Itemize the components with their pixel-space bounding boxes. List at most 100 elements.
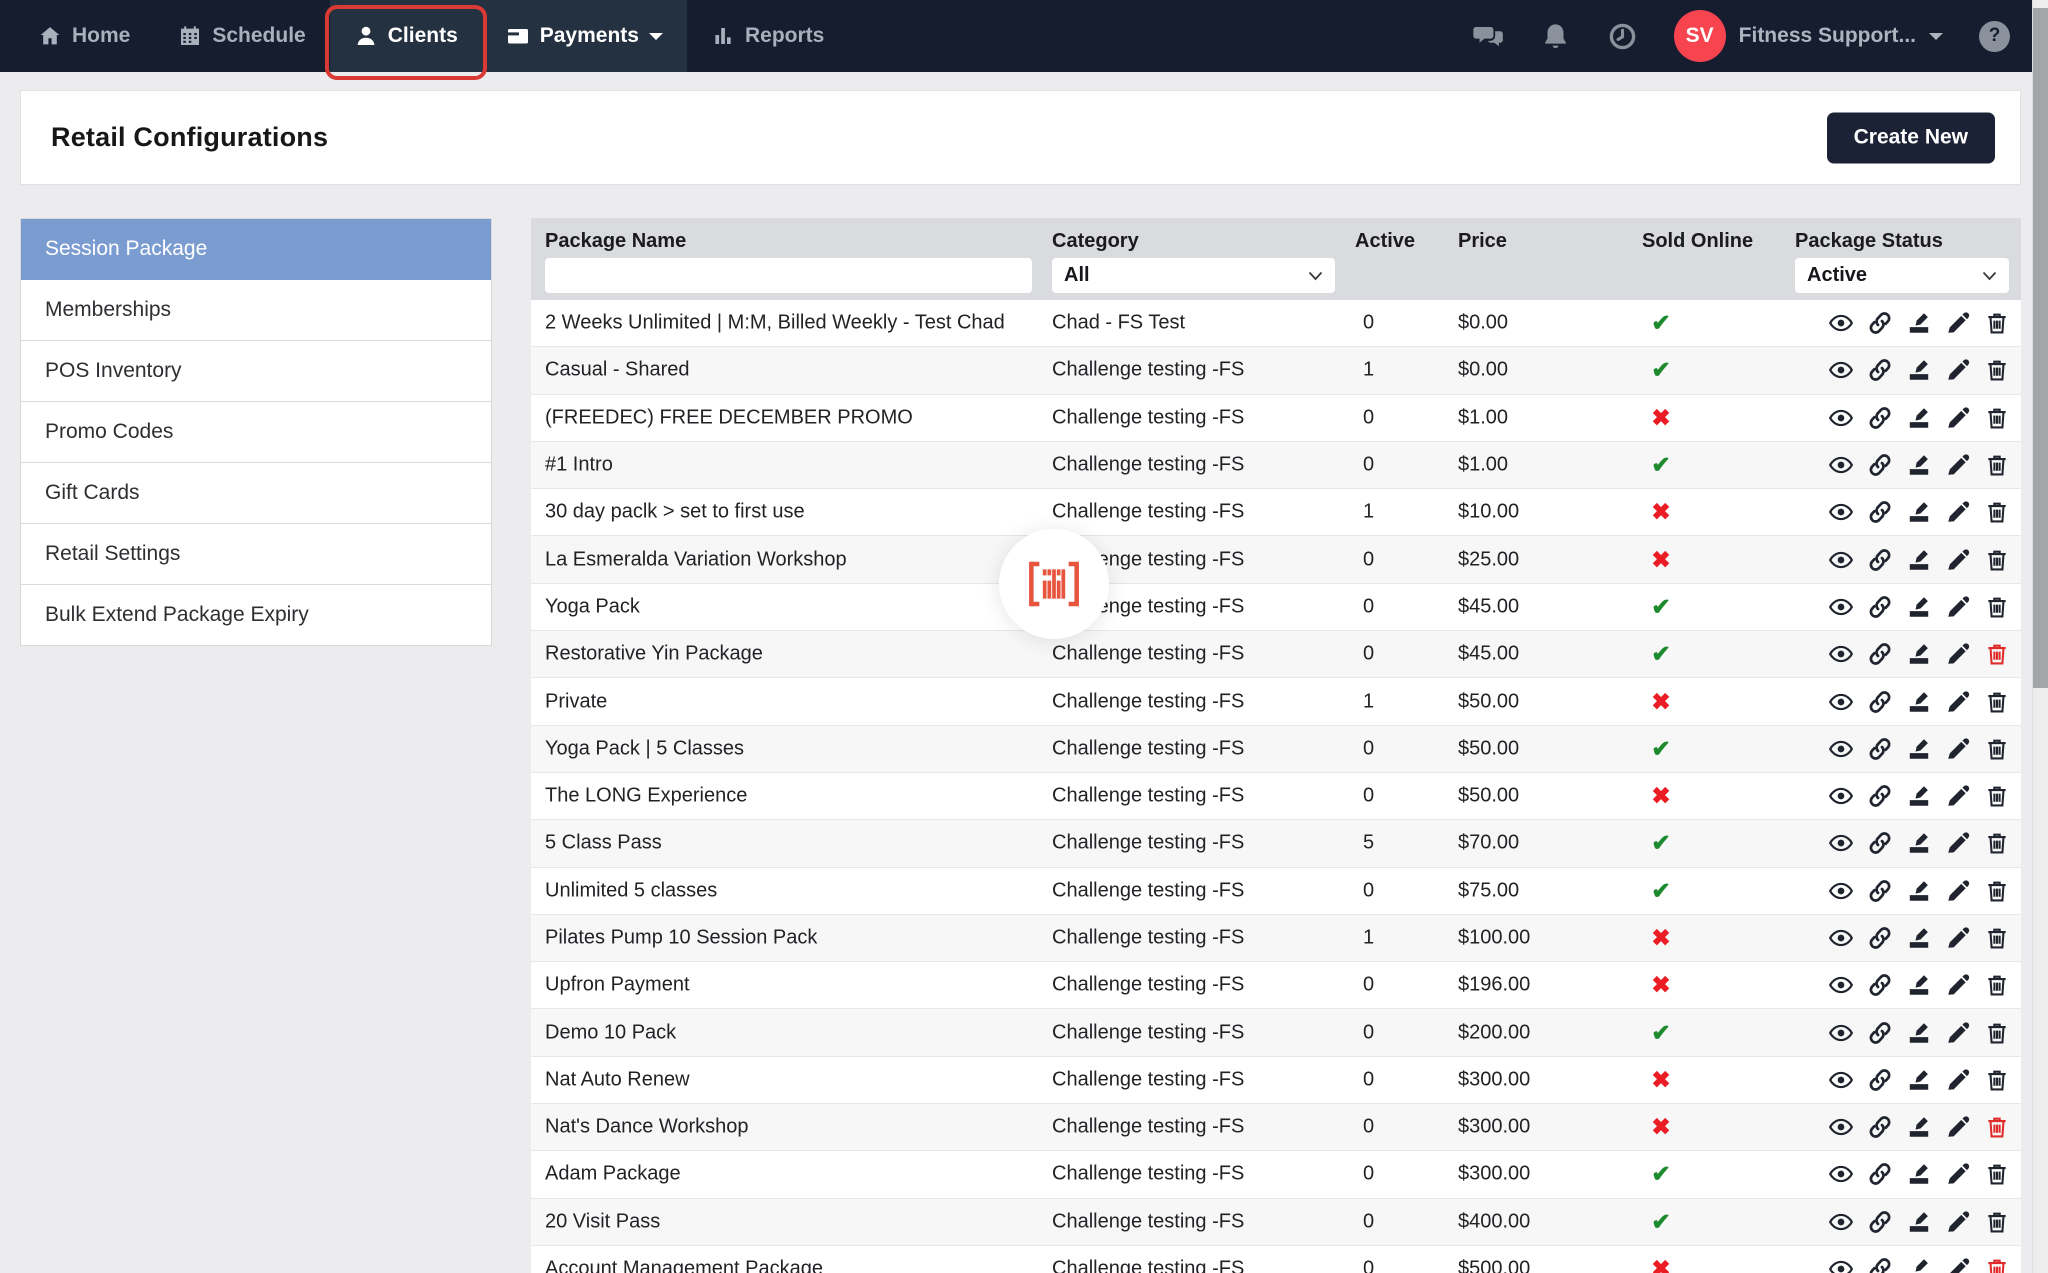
view-eye-icon[interactable]	[1828, 1114, 1854, 1140]
sell-pos-icon[interactable]	[1906, 830, 1932, 856]
edit-pencil-icon[interactable]	[1945, 689, 1971, 715]
link-icon[interactable]	[1867, 1020, 1893, 1046]
sidebar-item-bulk-extend-package-expiry[interactable]: Bulk Extend Package Expiry	[21, 585, 491, 645]
edit-pencil-icon[interactable]	[1945, 1114, 1971, 1140]
link-icon[interactable]	[1867, 783, 1893, 809]
edit-pencil-icon[interactable]	[1945, 499, 1971, 525]
sell-pos-icon[interactable]	[1906, 547, 1932, 573]
nav-item-schedule[interactable]: Schedule	[154, 0, 329, 72]
sell-pos-icon[interactable]	[1906, 405, 1932, 431]
edit-pencil-icon[interactable]	[1945, 1256, 1971, 1273]
sell-pos-icon[interactable]	[1906, 310, 1932, 336]
view-eye-icon[interactable]	[1828, 1161, 1854, 1187]
link-icon[interactable]	[1867, 641, 1893, 667]
delete-trash-icon[interactable]	[1984, 1067, 2010, 1093]
package-name-filter-input[interactable]	[545, 258, 1032, 293]
delete-trash-icon[interactable]	[1984, 452, 2010, 478]
link-icon[interactable]	[1867, 689, 1893, 715]
edit-pencil-icon[interactable]	[1945, 357, 1971, 383]
link-icon[interactable]	[1867, 357, 1893, 383]
nav-item-reports[interactable]: Reports	[687, 0, 848, 72]
view-eye-icon[interactable]	[1828, 310, 1854, 336]
view-eye-icon[interactable]	[1828, 405, 1854, 431]
sidebar-item-pos-inventory[interactable]: POS Inventory	[21, 341, 491, 402]
link-icon[interactable]	[1867, 452, 1893, 478]
delete-trash-icon[interactable]	[1984, 689, 2010, 715]
edit-pencil-icon[interactable]	[1945, 310, 1971, 336]
delete-trash-icon[interactable]	[1984, 310, 2010, 336]
sell-pos-icon[interactable]	[1906, 499, 1932, 525]
view-eye-icon[interactable]	[1828, 594, 1854, 620]
sell-pos-icon[interactable]	[1906, 1256, 1932, 1273]
delete-trash-icon[interactable]	[1984, 1209, 2010, 1235]
link-icon[interactable]	[1867, 594, 1893, 620]
delete-trash-icon[interactable]	[1984, 499, 2010, 525]
view-eye-icon[interactable]	[1828, 1209, 1854, 1235]
delete-trash-icon[interactable]	[1984, 1114, 2010, 1140]
edit-pencil-icon[interactable]	[1945, 878, 1971, 904]
view-eye-icon[interactable]	[1828, 689, 1854, 715]
edit-pencil-icon[interactable]	[1945, 405, 1971, 431]
view-eye-icon[interactable]	[1828, 641, 1854, 667]
delete-trash-icon[interactable]	[1984, 972, 2010, 998]
sell-pos-icon[interactable]	[1906, 925, 1932, 951]
view-eye-icon[interactable]	[1828, 1256, 1854, 1273]
delete-trash-icon[interactable]	[1984, 1256, 2010, 1273]
link-icon[interactable]	[1867, 499, 1893, 525]
link-icon[interactable]	[1867, 972, 1893, 998]
edit-pencil-icon[interactable]	[1945, 1067, 1971, 1093]
view-eye-icon[interactable]	[1828, 1020, 1854, 1046]
delete-trash-icon[interactable]	[1984, 357, 2010, 383]
delete-trash-icon[interactable]	[1984, 830, 2010, 856]
link-icon[interactable]	[1867, 310, 1893, 336]
view-eye-icon[interactable]	[1828, 357, 1854, 383]
link-icon[interactable]	[1867, 1067, 1893, 1093]
delete-trash-icon[interactable]	[1984, 736, 2010, 762]
chat-icon[interactable]	[1473, 21, 1504, 52]
link-icon[interactable]	[1867, 1161, 1893, 1187]
delete-trash-icon[interactable]	[1984, 925, 2010, 951]
link-icon[interactable]	[1867, 925, 1893, 951]
delete-trash-icon[interactable]	[1984, 783, 2010, 809]
edit-pencil-icon[interactable]	[1945, 1161, 1971, 1187]
link-icon[interactable]	[1867, 405, 1893, 431]
view-eye-icon[interactable]	[1828, 499, 1854, 525]
delete-trash-icon[interactable]	[1984, 1020, 2010, 1046]
link-icon[interactable]	[1867, 547, 1893, 573]
view-eye-icon[interactable]	[1828, 783, 1854, 809]
sell-pos-icon[interactable]	[1906, 594, 1932, 620]
create-new-button[interactable]: Create New	[1826, 112, 1995, 163]
sell-pos-icon[interactable]	[1906, 452, 1932, 478]
sell-pos-icon[interactable]	[1906, 689, 1932, 715]
view-eye-icon[interactable]	[1828, 736, 1854, 762]
view-eye-icon[interactable]	[1828, 972, 1854, 998]
delete-trash-icon[interactable]	[1984, 594, 2010, 620]
link-icon[interactable]	[1867, 1209, 1893, 1235]
edit-pencil-icon[interactable]	[1945, 1209, 1971, 1235]
category-filter-select[interactable]: All	[1052, 258, 1335, 293]
nav-item-home[interactable]: Home	[14, 0, 154, 72]
scrollbar-thumb[interactable]	[2033, 8, 2048, 688]
sidebar-item-retail-settings[interactable]: Retail Settings	[21, 524, 491, 585]
edit-pencil-icon[interactable]	[1945, 925, 1971, 951]
edit-pencil-icon[interactable]	[1945, 783, 1971, 809]
view-eye-icon[interactable]	[1828, 925, 1854, 951]
edit-pencil-icon[interactable]	[1945, 641, 1971, 667]
sell-pos-icon[interactable]	[1906, 1161, 1932, 1187]
view-eye-icon[interactable]	[1828, 878, 1854, 904]
edit-pencil-icon[interactable]	[1945, 972, 1971, 998]
scrollbar-track[interactable]	[2032, 0, 2048, 1273]
sell-pos-icon[interactable]	[1906, 1020, 1932, 1046]
sell-pos-icon[interactable]	[1906, 1067, 1932, 1093]
edit-pencil-icon[interactable]	[1945, 594, 1971, 620]
sell-pos-icon[interactable]	[1906, 783, 1932, 809]
user-menu[interactable]: SV Fitness Support...	[1673, 10, 1943, 62]
view-eye-icon[interactable]	[1828, 830, 1854, 856]
edit-pencil-icon[interactable]	[1945, 830, 1971, 856]
delete-trash-icon[interactable]	[1984, 547, 2010, 573]
view-eye-icon[interactable]	[1828, 1067, 1854, 1093]
delete-trash-icon[interactable]	[1984, 641, 2010, 667]
edit-pencil-icon[interactable]	[1945, 1020, 1971, 1046]
sell-pos-icon[interactable]	[1906, 736, 1932, 762]
help-icon[interactable]: ?	[1979, 20, 2010, 52]
